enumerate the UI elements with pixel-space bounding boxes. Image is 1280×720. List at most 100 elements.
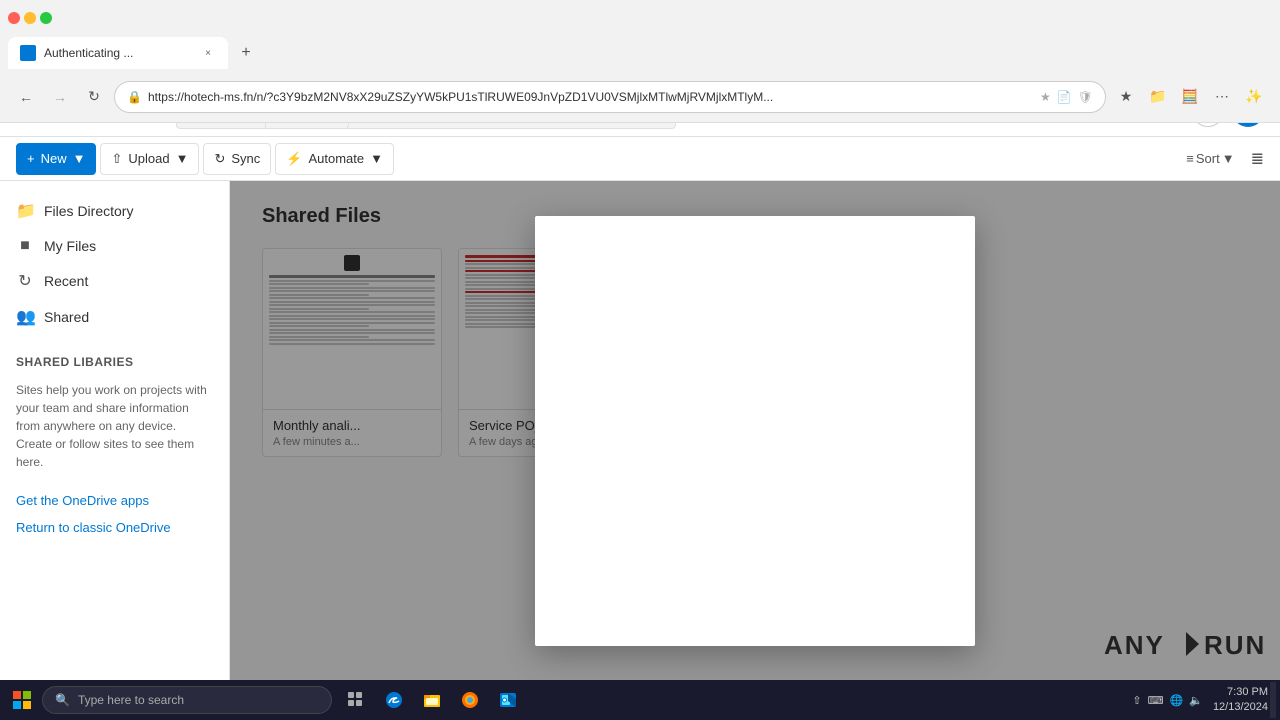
return-classic-link[interactable]: Return to classic OneDrive: [0, 514, 229, 541]
address-bar[interactable]: 🔒 https://hotech-ms.fn/n/?c3Y9bzM2NV8xX2…: [114, 81, 1106, 113]
taskbar-search[interactable]: 🔍 Type here to search: [42, 686, 332, 714]
sidebar-item-recent[interactable]: ↻ Recent: [0, 263, 229, 299]
automate-button[interactable]: ⚡ Automate ▼: [275, 143, 394, 175]
shield-icon: 🛡: [1078, 90, 1093, 104]
sync-button[interactable]: ↻ Sync: [203, 143, 271, 175]
view-controls: ≡ Sort ▼ ⁢ ≣: [1186, 149, 1264, 169]
taskbar-task-view[interactable]: [338, 682, 374, 718]
tab-bar: Authenticating ... × +: [0, 35, 1280, 71]
outlook-icon: [499, 691, 517, 709]
sidebar-item-my-files[interactable]: ■ My Files: [0, 229, 229, 263]
list-view-icon[interactable]: ≣: [1251, 149, 1264, 169]
title-bar: [0, 0, 1280, 35]
collections-button[interactable]: 📁: [1144, 83, 1172, 111]
upload-icon: ⇧: [111, 151, 122, 167]
taskbar-search-placeholder: Type here to search: [78, 693, 184, 707]
automate-chevron-icon: ▼: [370, 151, 383, 166]
nav-actions: ★ 📁 🧮 ⋯ ✨: [1112, 83, 1268, 111]
sidebar-files-section: 📁 Files Directory ■ My Files ↻ Recent 👥 …: [0, 189, 229, 339]
tab-close-btn[interactable]: ×: [200, 45, 216, 61]
sidebar-item-files-directory[interactable]: 📁 Files Directory: [0, 193, 229, 229]
recent-icon: ↻: [16, 271, 34, 291]
extensions-button[interactable]: 🧮: [1176, 83, 1204, 111]
shared-icon: 👥: [16, 307, 34, 327]
forward-button[interactable]: →: [46, 83, 74, 111]
task-view-icon: [347, 691, 365, 709]
firefox-icon: [461, 691, 479, 709]
shared-libraries-text: Sites help you work on projects with you…: [0, 373, 229, 479]
main-content: Shared Files: [230, 181, 1280, 680]
taskbar: 🔍 Type here to search: [0, 680, 1280, 720]
sort-label: Sort: [1196, 151, 1220, 166]
taskbar-outlook[interactable]: [490, 682, 526, 718]
url-text[interactable]: https://hotech-ms.fn/n/?c3Y9bzM2NV8xX29u…: [148, 90, 1034, 104]
my-files-icon: ■: [16, 237, 34, 255]
new-icon: +: [27, 151, 35, 166]
automate-icon: ⚡: [286, 151, 302, 167]
tray-volume-icon[interactable]: 🔈: [1189, 694, 1203, 707]
taskbar-search-icon: 🔍: [55, 693, 70, 707]
folder-icon: 📁: [16, 201, 34, 221]
sidebar-libraries-section: Shared Libaries Sites help you work on p…: [0, 339, 229, 483]
taskbar-explorer[interactable]: [414, 682, 450, 718]
taskbar-pinned-apps: [338, 682, 526, 718]
content-area: 📁 Files Directory ■ My Files ↻ Recent 👥 …: [0, 181, 1280, 680]
refresh-button[interactable]: ↻: [80, 83, 108, 111]
edge-icon: [385, 691, 403, 709]
explorer-icon: [423, 691, 441, 709]
sidebar-item-shared[interactable]: 👥 Shared: [0, 299, 229, 335]
taskbar-edge[interactable]: [376, 682, 412, 718]
sync-label: Sync: [231, 151, 260, 166]
sort-control[interactable]: ≡ Sort ▼: [1186, 151, 1234, 166]
sort-icon: ≡: [1186, 151, 1194, 166]
upload-chevron-icon: ▼: [176, 151, 189, 166]
sidebar-shared-label: Shared: [44, 309, 89, 325]
nav-bar: ← → ↻ 🔒 https://hotech-ms.fn/n/?c3Y9bzM2…: [0, 71, 1280, 123]
new-label: New: [41, 151, 67, 166]
upload-label: Upload: [128, 151, 169, 166]
new-button[interactable]: + New ▼: [16, 143, 96, 175]
taskbar-date: 12/13/2024: [1213, 700, 1268, 715]
tray-up-icon[interactable]: ⇧: [1132, 694, 1141, 707]
automate-label: Automate: [308, 151, 364, 166]
modal-dialog: [535, 216, 975, 646]
settings-browser-button[interactable]: ⋯: [1208, 83, 1236, 111]
windows-icon: [13, 691, 31, 709]
browser-tab[interactable]: Authenticating ... ×: [8, 37, 228, 69]
app-container: ☰ OneDrive 🔍 Search All files ▼ ⚙ ? R +: [0, 85, 1280, 680]
tray-network-icon[interactable]: 🌐: [1170, 694, 1184, 707]
tab-title: Authenticating ...: [44, 46, 192, 60]
favorites-button[interactable]: ★: [1112, 83, 1140, 111]
extension-icon[interactable]: 📄: [1057, 90, 1072, 104]
sidebar-my-files-label: My Files: [44, 238, 96, 254]
sync-icon: ↻: [214, 151, 225, 167]
taskbar-tray: ⇧ ⌨ 🌐 🔈: [1124, 694, 1211, 707]
bookmark-icon[interactable]: ★: [1040, 90, 1051, 104]
taskbar-clock[interactable]: 7:30 PM 12/13/2024: [1213, 685, 1268, 716]
window-maximize[interactable]: [40, 12, 52, 24]
upload-button[interactable]: ⇧ Upload ▼: [100, 143, 199, 175]
lock-icon: 🔒: [127, 90, 142, 104]
toolbar: + New ▼ ⇧ Upload ▼ ↻ Sync ⚡ Automate ▼ ≡…: [0, 137, 1280, 181]
modal-overlay[interactable]: [230, 181, 1280, 680]
sidebar-files-directory-label: Files Directory: [44, 203, 133, 219]
new-tab-button[interactable]: +: [232, 39, 260, 67]
new-chevron-icon: ▼: [73, 151, 86, 166]
sidebar-recent-label: Recent: [44, 273, 88, 289]
taskbar-time: 7:30 PM: [1213, 685, 1268, 700]
show-desktop-btn[interactable]: [1270, 682, 1276, 718]
browser-chrome: Authenticating ... × + ← → ↻ 🔒 https://h…: [0, 0, 1280, 85]
back-button[interactable]: ←: [12, 83, 40, 111]
sort-chevron-icon: ▼: [1222, 151, 1235, 166]
copilot-button[interactable]: ✨: [1240, 83, 1268, 111]
sidebar-footer-section: Get the OneDrive apps Return to classic …: [0, 483, 229, 545]
taskbar-firefox[interactable]: [452, 682, 488, 718]
window-minimize[interactable]: [24, 12, 36, 24]
start-button[interactable]: [4, 682, 40, 718]
get-apps-link[interactable]: Get the OneDrive apps: [0, 487, 229, 514]
shared-libraries-heading: Shared Libaries: [0, 343, 229, 373]
sidebar: 📁 Files Directory ■ My Files ↻ Recent 👥 …: [0, 181, 230, 680]
tray-keyboard-icon[interactable]: ⌨: [1148, 694, 1164, 707]
tab-favicon: [20, 45, 36, 61]
window-close[interactable]: [8, 12, 20, 24]
